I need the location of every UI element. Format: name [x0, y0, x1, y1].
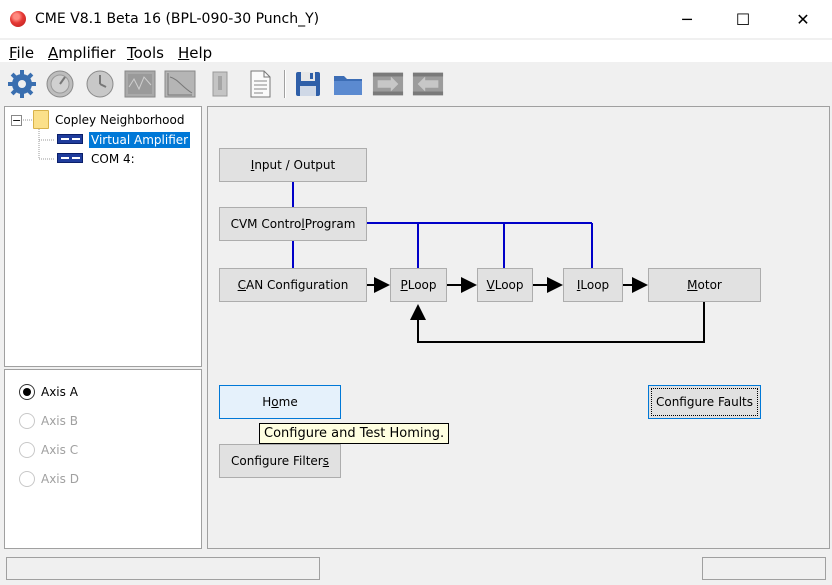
- configure-faults-button[interactable]: Configure Faults: [648, 385, 761, 419]
- axis-d-radio[interactable]: Axis D: [19, 471, 79, 487]
- radio-icon: [19, 471, 35, 487]
- menu-tools[interactable]: Tools: [127, 44, 164, 62]
- amplifier-icon: [57, 153, 83, 163]
- upload-icon[interactable]: [412, 68, 444, 100]
- scope-icon[interactable]: [124, 68, 156, 100]
- toolbar-separator: [284, 70, 285, 98]
- clock-icon[interactable]: [84, 68, 116, 100]
- home-tooltip: Configure and Test Homing.: [259, 423, 450, 444]
- tool-icon[interactable]: [204, 68, 236, 100]
- window-title: CME V8.1 Beta 16 (BPL-090-30 Punch_Y): [35, 11, 320, 27]
- tree-root-label[interactable]: Copley Neighborhood: [55, 113, 184, 127]
- close-button[interactable]: ✕: [780, 0, 826, 38]
- dial-icon[interactable]: [44, 68, 76, 100]
- axis-a-radio[interactable]: Axis A: [19, 384, 78, 400]
- v-loop-button[interactable]: V Loop: [477, 268, 533, 302]
- toolbar: [0, 64, 832, 104]
- neighborhood-tree: − Copley Neighborhood Virtual Amplifier …: [4, 106, 202, 367]
- folder-icon: [33, 110, 49, 129]
- tree-item-com4[interactable]: COM 4:: [91, 152, 135, 166]
- motor-button[interactable]: Motor: [648, 268, 761, 302]
- menu-bar: File Amplifier Tools Help: [0, 40, 832, 62]
- menu-help[interactable]: Help: [178, 44, 212, 62]
- can-configuration-button[interactable]: C AN Configuration: [219, 268, 367, 302]
- document-icon[interactable]: [244, 68, 276, 100]
- download-icon[interactable]: [372, 68, 404, 100]
- menu-file[interactable]: File: [9, 44, 34, 62]
- p-loop-button[interactable]: P Loop: [390, 268, 447, 302]
- minimize-button[interactable]: ─: [664, 0, 710, 38]
- axis-selector: Axis A Axis B Axis C Axis D: [4, 369, 202, 549]
- radio-icon: [19, 413, 35, 429]
- i-loop-button[interactable]: I Loop: [563, 268, 623, 302]
- app-icon: [10, 11, 26, 27]
- folder-icon[interactable]: [332, 68, 364, 100]
- save-icon[interactable]: [292, 68, 324, 100]
- tree-expander[interactable]: −: [11, 115, 22, 126]
- axis-c-radio[interactable]: Axis C: [19, 442, 78, 458]
- status-bar-right: [702, 557, 826, 580]
- tree-item-virtual-amplifier[interactable]: Virtual Amplifier: [89, 132, 191, 148]
- radio-icon: [19, 442, 35, 458]
- radio-checked-icon: [19, 384, 35, 400]
- menu-amplifier[interactable]: Amplifier: [48, 44, 116, 62]
- gear-icon[interactable]: [6, 68, 38, 100]
- chart-icon[interactable]: [164, 68, 196, 100]
- maximize-button[interactable]: ☐: [720, 0, 766, 38]
- input-output-button[interactable]: Input / Output: [219, 148, 367, 182]
- home-button[interactable]: Ho me: [219, 385, 341, 419]
- cvm-control-program-button[interactable]: CVM Contro l Program: [219, 207, 367, 241]
- title-bar: CME V8.1 Beta 16 (BPL-090-30 Punch_Y) ─ …: [0, 0, 832, 38]
- axis-b-radio[interactable]: Axis B: [19, 413, 78, 429]
- amplifier-icon: [57, 134, 83, 144]
- configure-filters-button[interactable]: Configure Filter s: [219, 444, 341, 478]
- status-bar-left: [6, 557, 320, 580]
